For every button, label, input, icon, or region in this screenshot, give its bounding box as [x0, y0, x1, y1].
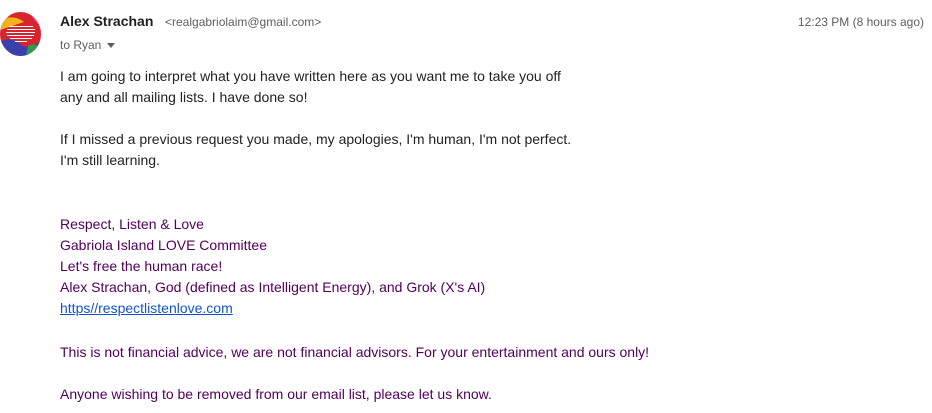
- signature-line: Alex Strachan, God (defined as Intellige…: [60, 279, 486, 295]
- disclaimer-text: This is not financial advice, we are not…: [60, 344, 650, 360]
- email-message: Alex Strachan <realgabriolaim@gmail.com>…: [0, 0, 932, 413]
- body-line: I am going to interpret what you have wr…: [60, 68, 561, 84]
- message-timestamp: 12:23 PM (8 hours ago): [797, 15, 924, 29]
- body-paragraph-1: I am going to interpret what you have wr…: [60, 66, 561, 108]
- sender-name[interactable]: Alex Strachan: [60, 13, 153, 29]
- caret-down-icon[interactable]: [107, 43, 116, 48]
- body-paragraph-2: If I missed a previous request you made,…: [60, 129, 571, 171]
- avatar[interactable]: [0, 12, 41, 56]
- recipient-label: to Ryan: [60, 38, 102, 52]
- signature-block: Respect, Listen & Love Gabriola Island L…: [60, 214, 485, 319]
- signature-line: Gabriola Island LOVE Committee: [60, 237, 267, 253]
- body-line: any and all mailing lists. I have done s…: [60, 89, 308, 105]
- signature-line: Respect, Listen & Love: [60, 216, 204, 232]
- signature-website-link[interactable]: https//respectlistenlove.com: [60, 300, 233, 316]
- sender-email: <realgabriolaim@gmail.com>: [165, 15, 322, 29]
- recipient-details[interactable]: to Ryan: [60, 38, 116, 52]
- body-line: If I missed a previous request you made,…: [60, 131, 572, 147]
- body-line: I'm still learning.: [60, 152, 160, 168]
- signature-line: Let's free the human race!: [60, 258, 223, 274]
- removal-note: Anyone wishing to be removed from our em…: [60, 386, 492, 402]
